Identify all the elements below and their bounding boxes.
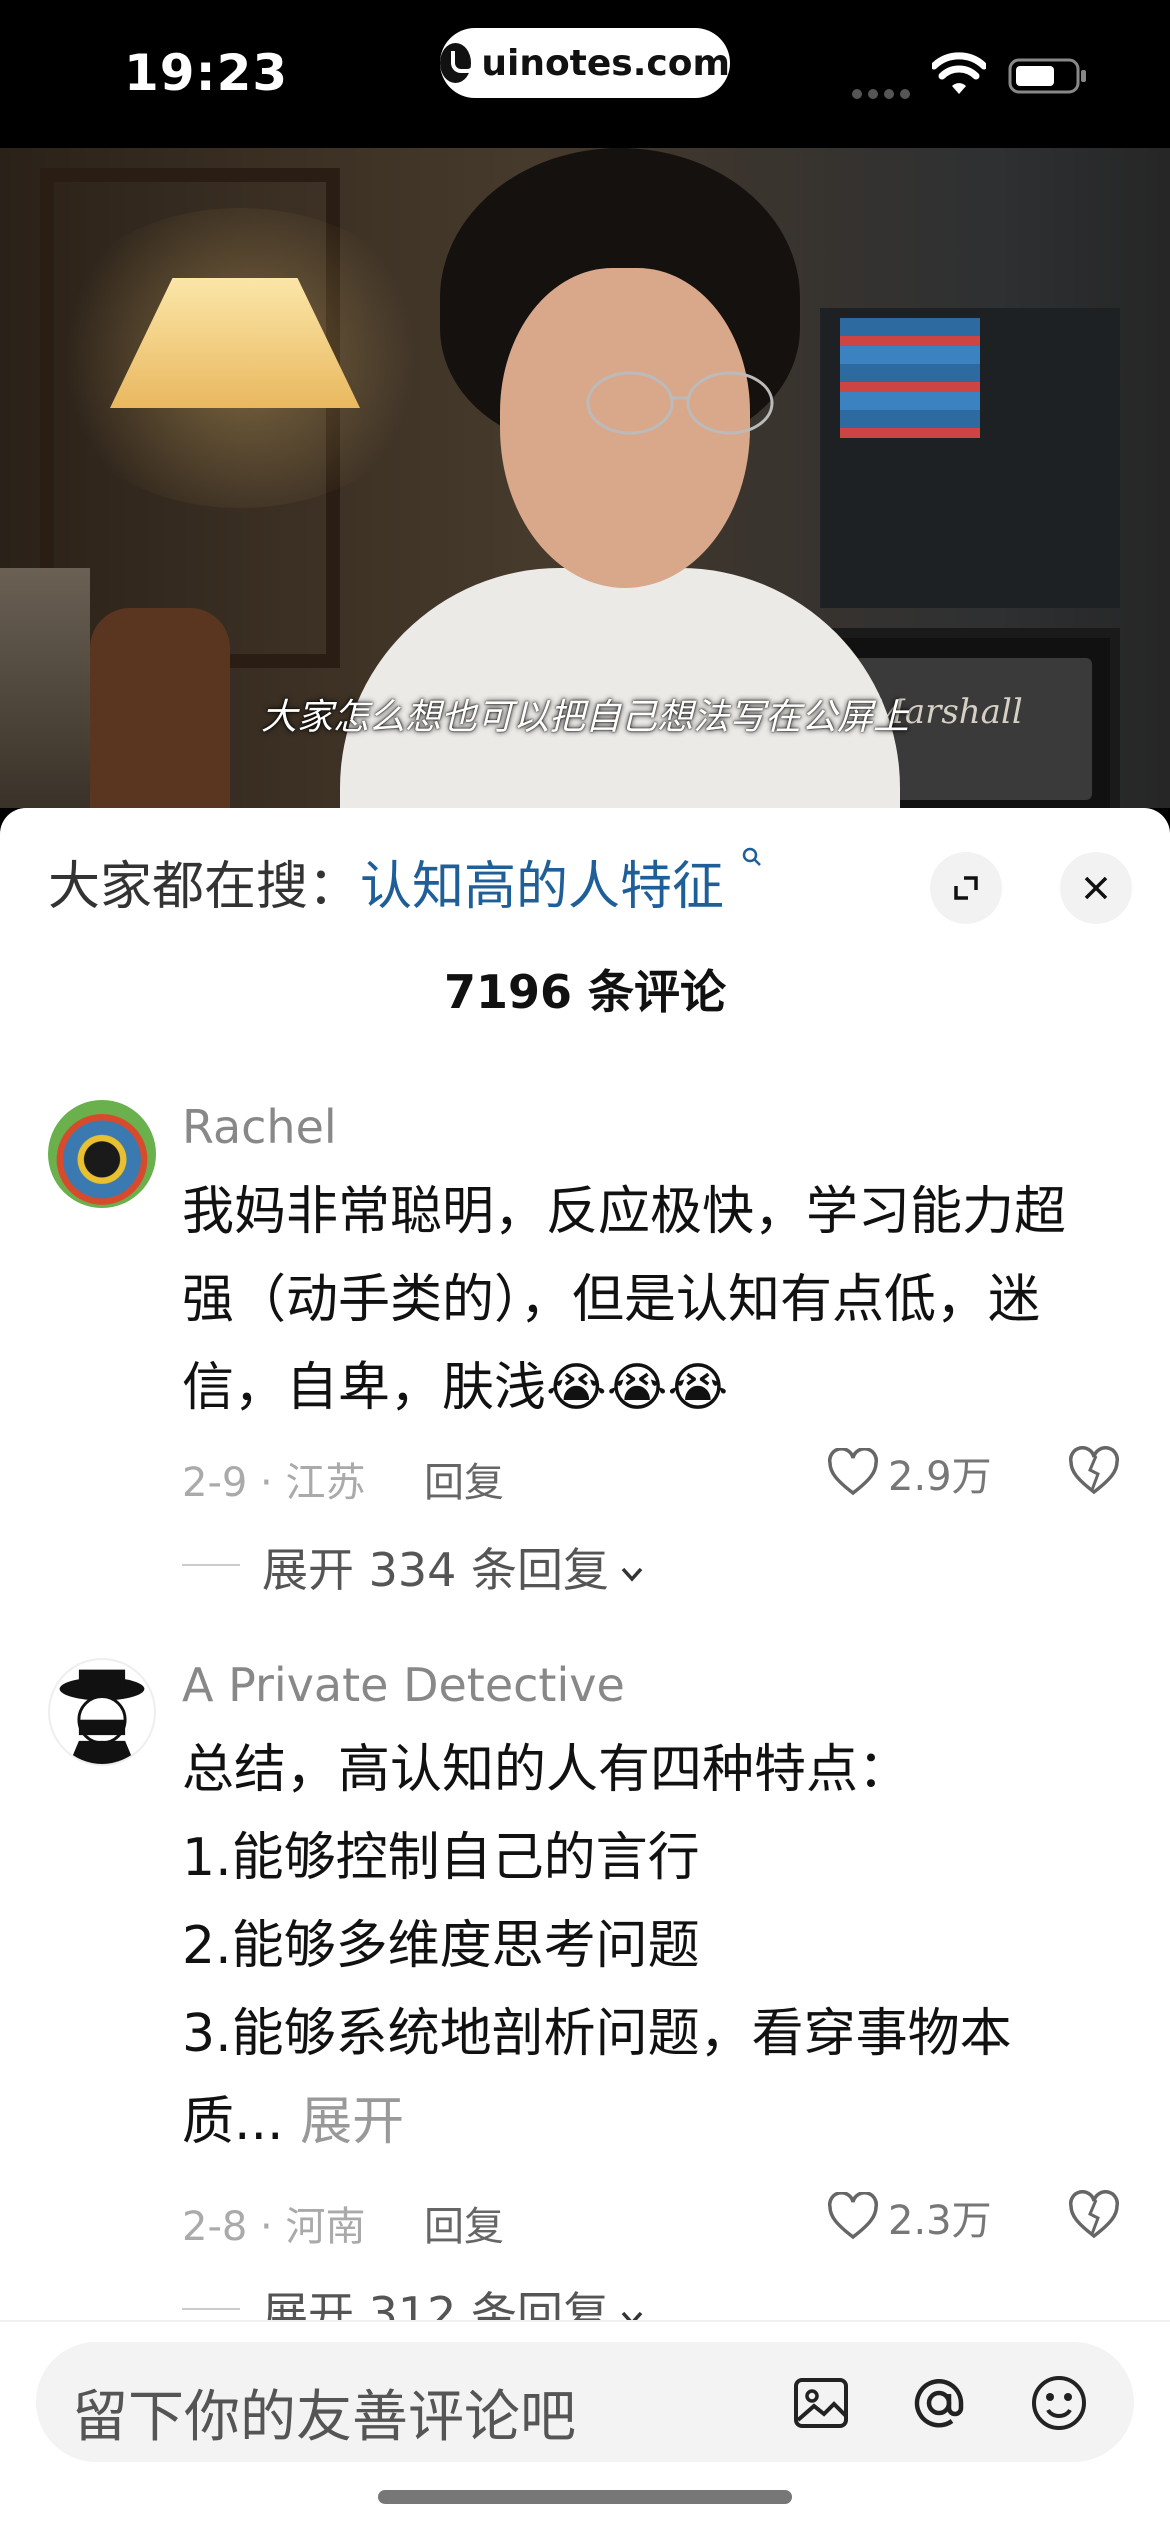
input-placeholder: 留下你的友善评论吧: [72, 2385, 576, 2450]
avatar[interactable]: [48, 1658, 156, 1766]
comment-text: 总结，高认知的人有四种特点： 1.能够控制自己的言行 2.能够多维度思考问题 3…: [182, 1726, 1102, 2166]
username[interactable]: A Private Detective: [182, 1658, 625, 1712]
signal-icon: [852, 84, 916, 103]
home-indicator[interactable]: [378, 2490, 792, 2504]
like-count: 2.9万: [888, 1454, 992, 1500]
comment-line: 1.能够控制自己的言行: [182, 1828, 700, 1888]
glasses: [586, 371, 774, 435]
expand-text-button[interactable]: 展开: [300, 2092, 404, 2152]
dislike-icon[interactable]: [1066, 2190, 1122, 2242]
image-icon[interactable]: [790, 2372, 852, 2434]
battery-icon: [1008, 58, 1086, 94]
url-text: uinotes.com: [481, 42, 730, 84]
dislike-icon[interactable]: [1066, 1446, 1122, 1498]
close-button[interactable]: [1060, 852, 1132, 924]
chevron-down-icon: [621, 1567, 643, 1582]
like-count: 2.3万: [888, 2198, 992, 2244]
wifi-icon: [932, 52, 986, 94]
close-icon: [1084, 876, 1108, 900]
status-bar: 19:23 uinotes.com: [0, 0, 1170, 148]
comment-input[interactable]: 留下你的友善评论吧: [36, 2342, 1134, 2462]
video-subtitle: 大家怎么想也可以把自己想法写在公屏上: [260, 697, 909, 738]
search-prefix: 大家都在搜：: [48, 857, 361, 917]
expand-icon: [954, 876, 978, 900]
detective-avatar-image: [59, 1669, 145, 1764]
site-logo-icon: [440, 43, 478, 83]
username[interactable]: Rachel: [182, 1100, 337, 1154]
expand-button[interactable]: [930, 852, 1002, 924]
avatar[interactable]: [48, 1100, 156, 1208]
comment-line: 3.能够系统地剖析问题，看穿事物本: [182, 2004, 1012, 2064]
video-player[interactable]: Marshall 大家怎么想也可以把自己想法写在公屏上: [0, 148, 1170, 808]
heart-icon: [827, 1448, 879, 1496]
like-button[interactable]: 2.3万: [826, 2188, 992, 2246]
mention-icon[interactable]: [908, 2372, 970, 2434]
search-suggestion[interactable]: 大家都在搜：认知高的人特征: [48, 844, 763, 919]
reply-button[interactable]: 回复: [424, 1450, 504, 1508]
comment-line: 总结，高认知的人有四种特点：: [182, 1740, 911, 1800]
comment-line: 2.能够多维度思考问题: [182, 1916, 700, 1976]
search-icon: [742, 847, 761, 866]
comment-text: 我妈非常聪明，反应极快，学习能力超强（动手类的），但是认知有点低，迷信，自卑，肤…: [182, 1182, 1067, 1418]
books: [840, 318, 980, 438]
expand-replies-label: 展开 334 条回复: [262, 1543, 610, 1597]
comments-sheet: 大家都在搜：认知高的人特征 7196 条评论 Rachel 我妈非常聪明，反应极…: [0, 808, 1170, 2532]
comment-date-location: 2-9 · 江苏: [182, 1460, 366, 1506]
heart-icon: [827, 2192, 879, 2240]
search-keyword[interactable]: 认知高的人特征: [360, 857, 724, 917]
reply-button[interactable]: 回复: [424, 2194, 504, 2252]
status-time: 19:23: [124, 44, 289, 102]
comment-line-last: 质... 展开: [182, 2092, 405, 2152]
emoji-icon[interactable]: [1028, 2372, 1090, 2434]
like-button[interactable]: 2.9万: [826, 1444, 992, 1502]
comment-date-location: 2-8 · 河南: [182, 2204, 366, 2250]
url-pill[interactable]: uinotes.com: [440, 28, 730, 98]
comment-count: 7196 条评论: [443, 965, 727, 1019]
